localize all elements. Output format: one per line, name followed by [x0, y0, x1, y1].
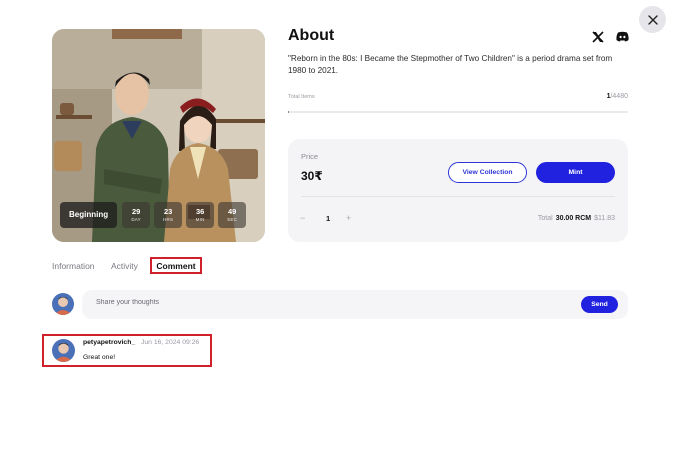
view-collection-button[interactable]: View Collection: [448, 162, 527, 183]
comment-item: petyapetrovich_ Jun 16, 2024 09:26 Great…: [42, 334, 212, 367]
countdown-seconds: 49 SEC: [218, 202, 247, 228]
comment-box: Send: [82, 290, 628, 319]
close-button[interactable]: [639, 6, 666, 33]
total-items-value: 1/4480: [606, 93, 628, 100]
quantity-decrease-button[interactable]: −: [300, 213, 305, 223]
countdown-status: Beginning: [60, 202, 118, 228]
comment-text: Great one!: [83, 354, 116, 361]
countdown-timer: Beginning 29 DAY 23 HRS 36 MIN 49 SEC: [60, 202, 247, 228]
mint-button[interactable]: Mint: [536, 162, 615, 183]
comment-input[interactable]: [96, 299, 496, 306]
countdown-minutes: 36 MIN: [186, 202, 215, 228]
total-items-label: Total Items: [288, 94, 315, 100]
price-card: Price 30₹ View Collection Mint − 1 + Tot…: [288, 139, 628, 242]
nft-detail-modal: Beginning 29 DAY 23 HRS 36 MIN 49 SEC Ab…: [0, 0, 680, 453]
countdown-days: 29 DAY: [122, 202, 151, 228]
tab-activity[interactable]: Activity: [111, 261, 138, 271]
avatar: [52, 293, 74, 315]
about-description: "Reborn in the 80s: I Became the Stepmot…: [288, 54, 613, 75]
mint-progress-bar: [288, 111, 628, 113]
price-label: Price: [301, 152, 319, 161]
send-button[interactable]: Send: [581, 296, 618, 313]
card-divider: [301, 196, 615, 197]
tab-information[interactable]: Information: [52, 261, 95, 271]
total-price: Total 30.00 RCM $11.83: [537, 215, 615, 222]
countdown-hours: 23 HRS: [154, 202, 183, 228]
poster-image: Beginning 29 DAY 23 HRS 36 MIN 49 SEC: [52, 29, 265, 242]
quantity-value: 1: [326, 214, 331, 223]
quantity-increase-button[interactable]: +: [346, 213, 351, 223]
comment-timestamp: Jun 16, 2024 09:26: [141, 339, 200, 346]
about-title: About: [288, 27, 335, 44]
mint-progress-fill: [288, 111, 289, 113]
tab-comment[interactable]: Comment: [150, 257, 202, 274]
price-value: 30₹: [301, 169, 323, 183]
discord-icon[interactable]: [616, 31, 629, 42]
close-icon: [647, 14, 658, 25]
avatar: [52, 339, 75, 362]
comment-username[interactable]: petyapetrovich_: [83, 339, 135, 346]
x-icon[interactable]: [592, 31, 604, 43]
